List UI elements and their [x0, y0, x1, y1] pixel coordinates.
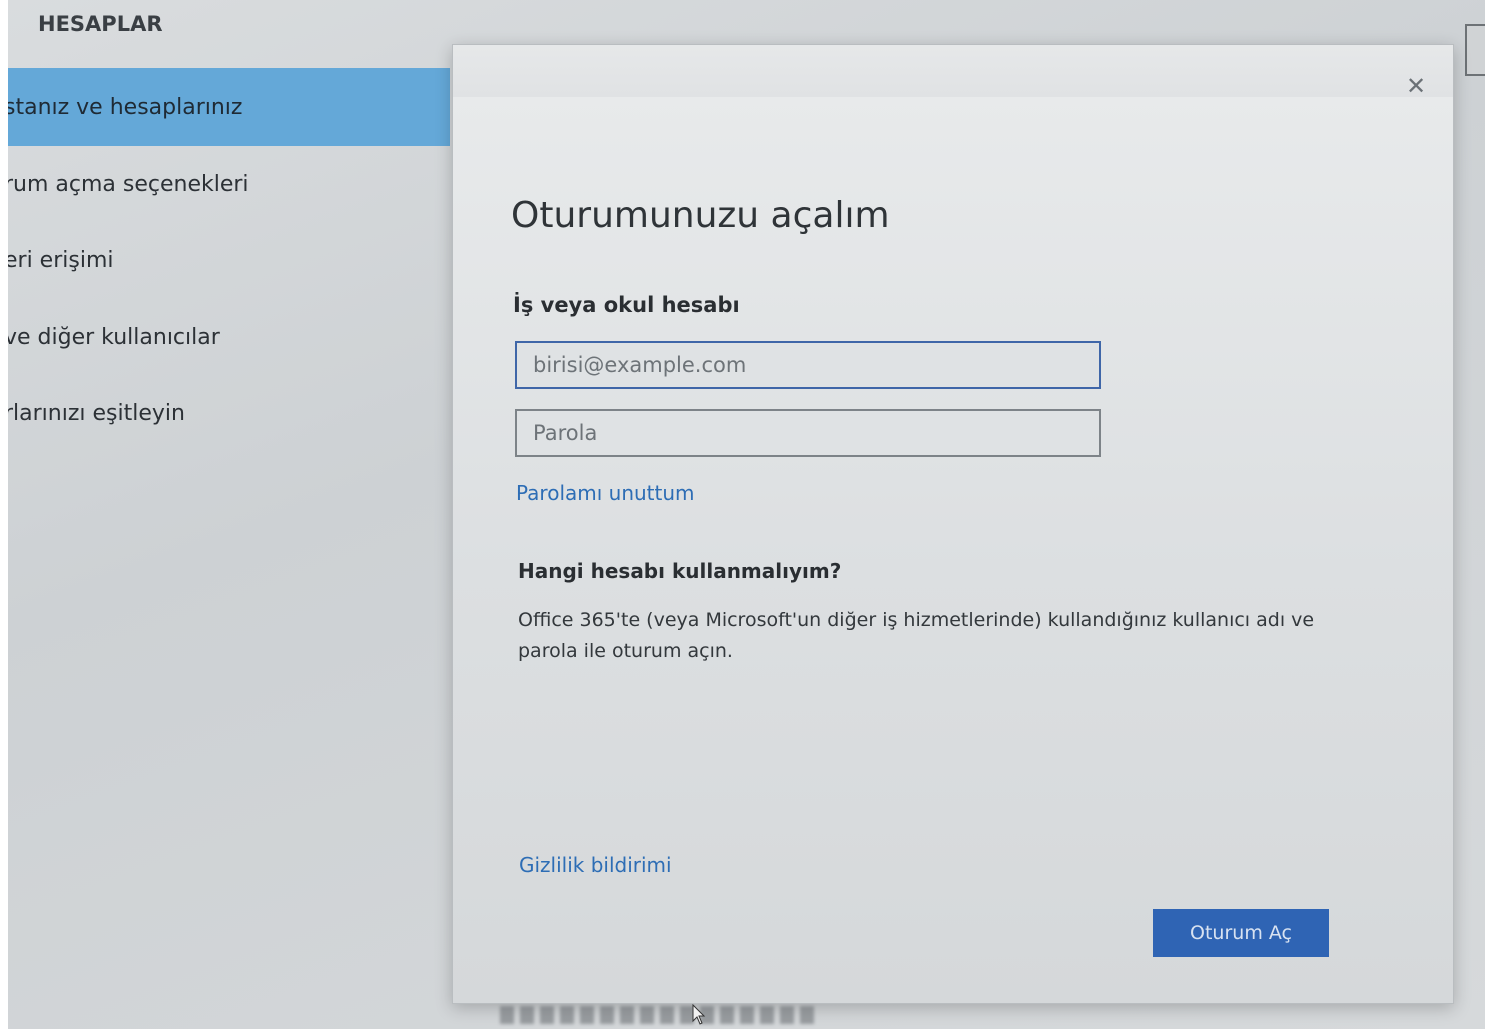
nav-item-label: stanız ve hesaplarınız — [8, 94, 243, 120]
obscured-background-text — [500, 1006, 820, 1024]
nav-item-label: rum açma seçenekleri — [8, 171, 249, 197]
sign-in-button[interactable]: Oturum Aç — [1153, 909, 1329, 957]
sign-in-dialog: ✕ Oturumunuzu açalım İş veya okul hesabı… — [452, 44, 1454, 1004]
help-text: Office 365'te (veya Microsoft'un diğer i… — [518, 609, 1315, 662]
account-type-label: İş veya okul hesabı — [513, 293, 740, 317]
section-title: HESAPLAR — [38, 12, 163, 36]
nav-item-sync-settings[interactable]: rlarınızı eşitleyin — [8, 374, 450, 452]
privacy-statement-link[interactable]: Gizlilik bildirimi — [519, 853, 672, 877]
close-icon[interactable]: ✕ — [1401, 71, 1431, 101]
nav-item-label: rlarınızı eşitleyin — [8, 400, 185, 426]
nav-item-label: ve diğer kullanıcılar — [8, 324, 220, 350]
screen: HESAPLAR stanız ve hesaplarınız rum açma… — [0, 0, 1485, 1029]
password-input[interactable] — [515, 409, 1101, 457]
screen-left-edge — [0, 0, 8, 1029]
nav-item-access[interactable]: eri erişimi — [8, 221, 450, 299]
dialog-title: Oturumunuzu açalım — [511, 195, 890, 236]
help-heading: Hangi hesabı kullanmalıyım? — [518, 559, 842, 583]
nav-item-other-users[interactable]: ve diğer kullanıcılar — [8, 298, 450, 376]
forgot-password-link[interactable]: Parolamı unuttum — [516, 481, 695, 505]
email-input[interactable] — [515, 341, 1101, 389]
nav-item-label: eri erişimi — [8, 247, 114, 273]
settings-pane: HESAPLAR stanız ve hesaplarınız rum açma… — [8, 0, 468, 1029]
background-window-frame — [1465, 24, 1485, 76]
dialog-title-bar — [453, 45, 1453, 97]
nav-item-your-accounts[interactable]: stanız ve hesaplarınız — [8, 68, 450, 146]
nav-item-sign-in-options[interactable]: rum açma seçenekleri — [8, 145, 450, 223]
mouse-cursor-icon — [692, 1004, 706, 1025]
